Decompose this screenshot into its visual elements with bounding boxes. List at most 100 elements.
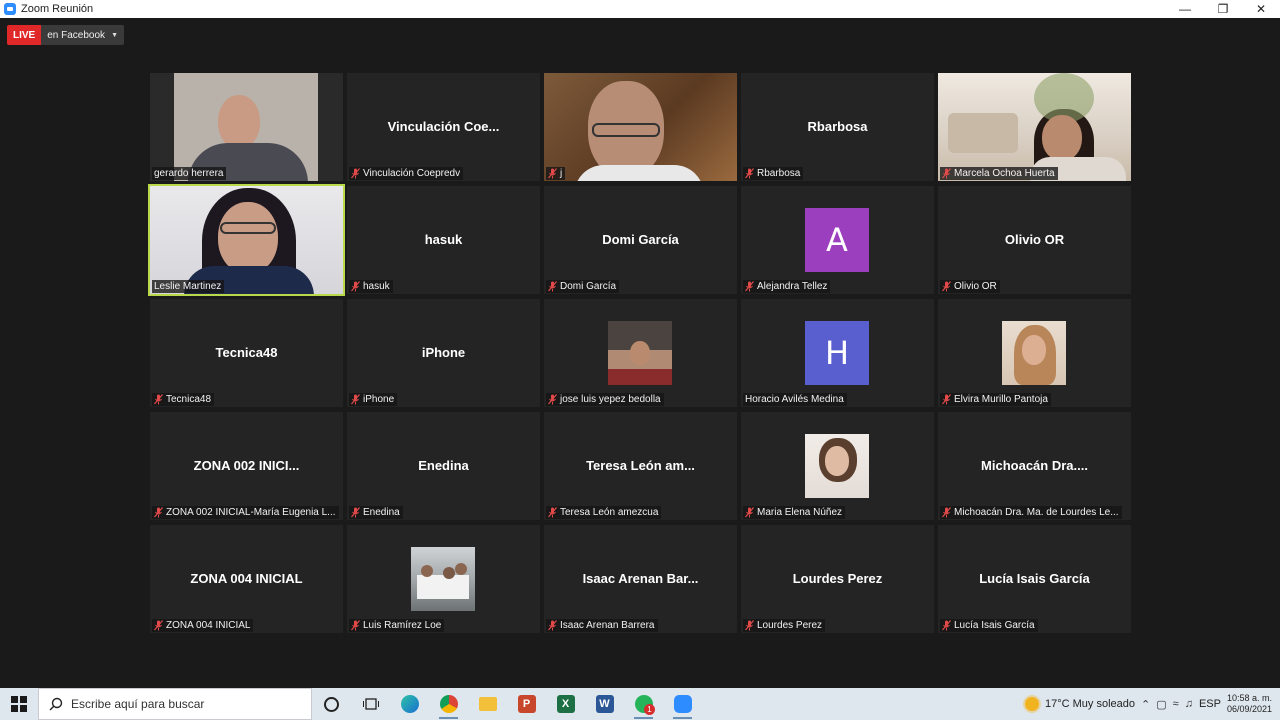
participant-tile[interactable]: Lourdes Perez Lourdes Perez — [741, 525, 934, 633]
notification-badge: 1 — [644, 704, 655, 715]
participant-name: j — [560, 168, 563, 179]
window-controls: — ❐ ✕ — [1166, 0, 1280, 18]
live-platform-dropdown[interactable]: en Facebook ▼ — [41, 25, 124, 45]
participant-display-name: Enedina — [418, 458, 469, 473]
participant-tile[interactable]: iPhone iPhone — [347, 299, 540, 407]
muted-mic-icon — [154, 507, 163, 518]
participant-video — [150, 186, 343, 294]
folder-icon — [478, 697, 497, 711]
chevron-up-icon[interactable]: ⌃ — [1141, 698, 1150, 711]
muted-mic-icon — [942, 620, 951, 631]
participant-name: Elvira Murillo Pantoja — [954, 394, 1048, 405]
muted-mic-icon — [745, 620, 754, 631]
participant-tile[interactable]: Michoacán Dra.... Michoacán Dra. Ma. de L… — [938, 412, 1131, 520]
participant-name-label: iPhone — [349, 393, 398, 406]
participant-name: ZONA 004 INICIAL — [166, 620, 251, 631]
zoom-taskbar-icon[interactable] — [663, 688, 702, 720]
muted-mic-icon — [154, 620, 163, 631]
participant-tile[interactable]: hasuk hasuk — [347, 186, 540, 294]
participant-tile[interactable]: Maria Elena Núñez — [741, 412, 934, 520]
participant-name: Luis Ramírez Loe — [363, 620, 442, 631]
file-explorer-taskbar-icon[interactable] — [468, 688, 507, 720]
muted-mic-icon — [548, 394, 557, 405]
muted-mic-icon — [351, 281, 360, 292]
participant-name-label: Marcela Ochoa Huerta — [940, 167, 1058, 180]
participant-tile[interactable]: j — [544, 73, 737, 181]
excel-taskbar-icon[interactable]: X — [546, 688, 585, 720]
participant-tile[interactable]: ZONA 002 INICI... ZONA 002 INICIAL-María … — [150, 412, 343, 520]
participant-tile[interactable]: Lucía Isais García Lucía Isais García — [938, 525, 1131, 633]
edge-taskbar-icon[interactable] — [390, 688, 429, 720]
participant-name-label: Elvira Murillo Pantoja — [940, 393, 1051, 406]
clock[interactable]: 10:58 a. m. 06/09/2021 — [1227, 693, 1272, 715]
participant-tile[interactable]: gerardo herrera — [150, 73, 343, 181]
participant-display-name: Teresa León am... — [586, 458, 695, 473]
chrome-taskbar-icon[interactable] — [429, 688, 468, 720]
participant-name-label: gerardo herrera — [152, 167, 227, 180]
muted-mic-icon — [548, 168, 557, 179]
taskbar-search-box[interactable]: Escribe aquí para buscar — [38, 688, 312, 720]
participant-name-label: Lucía Isais García — [940, 619, 1038, 632]
maximize-button[interactable]: ❐ — [1204, 0, 1242, 18]
participant-name: Domi García — [560, 281, 617, 292]
participant-tile[interactable]: ZONA 004 INICIAL ZONA 004 INICIAL — [150, 525, 343, 633]
task-view-button[interactable] — [351, 688, 390, 720]
participant-tile[interactable]: Elvira Murillo Pantoja — [938, 299, 1131, 407]
participant-name-label: j — [546, 167, 566, 180]
participant-tile[interactable]: Luis Ramírez Loe — [347, 525, 540, 633]
participant-name: Rbarbosa — [757, 168, 801, 179]
participant-tile[interactable]: Tecnica48 Tecnica48 — [150, 299, 343, 407]
participant-name: Marcela Ochoa Huerta — [954, 168, 1055, 179]
participant-tile[interactable]: Leslie Martinez — [148, 184, 345, 296]
participant-tile[interactable]: Olivio OR Olivio OR — [938, 186, 1131, 294]
whatsapp-taskbar-icon[interactable]: 1 — [624, 688, 663, 720]
participant-tile[interactable]: Vinculación Coe... Vinculación Coepredv — [347, 73, 540, 181]
cortana-button[interactable] — [312, 688, 351, 720]
participant-name-label: hasuk — [349, 280, 393, 293]
participant-tile[interactable]: Teresa León am... Teresa León amezcua — [544, 412, 737, 520]
participant-name-label: Michoacán Dra. Ma. de Lourdes Le... — [940, 506, 1122, 519]
speaker-icon[interactable]: ♫ — [1185, 698, 1193, 710]
participant-tile[interactable]: H Horacio Avilés Medina — [741, 299, 934, 407]
participant-name: Lourdes Perez — [757, 620, 823, 631]
wifi-icon[interactable]: ≈ — [1173, 698, 1179, 710]
search-placeholder: Escribe aquí para buscar — [71, 697, 205, 711]
participant-video — [544, 73, 737, 181]
profile-photo — [411, 547, 475, 611]
participant-tile[interactable]: Isaac Arenan Bar... Isaac Arenan Barrera — [544, 525, 737, 633]
participant-name: Maria Elena Núñez — [757, 507, 843, 518]
participant-tile[interactable]: Rbarbosa Rbarbosa — [741, 73, 934, 181]
powerpoint-taskbar-icon[interactable]: P — [507, 688, 546, 720]
system-tray: 17°C Muy soleado ⌃ ▢ ≈ ♫ ESP 10:58 a. m.… — [1025, 688, 1280, 720]
start-button[interactable] — [0, 688, 38, 720]
profile-photo — [805, 434, 869, 498]
participant-display-name: ZONA 004 INICIAL — [190, 571, 303, 586]
participant-tile[interactable]: Enedina Enedina — [347, 412, 540, 520]
participant-tile[interactable]: Marcela Ochoa Huerta — [938, 73, 1131, 181]
muted-mic-icon — [154, 394, 163, 405]
muted-mic-icon — [942, 507, 951, 518]
participant-video — [938, 73, 1131, 181]
profile-photo — [608, 321, 672, 385]
participant-name: Olivio OR — [954, 281, 997, 292]
close-button[interactable]: ✕ — [1242, 0, 1280, 18]
muted-mic-icon — [942, 394, 951, 405]
participant-name: Michoacán Dra. Ma. de Lourdes Le... — [954, 507, 1119, 518]
participant-tile[interactable]: jose luis yepez bedolla — [544, 299, 737, 407]
participant-tile[interactable]: Domi García Domi García — [544, 186, 737, 294]
muted-mic-icon — [942, 281, 951, 292]
battery-icon[interactable]: ▢ — [1156, 698, 1166, 711]
minimize-button[interactable]: — — [1166, 0, 1204, 18]
participant-name-label: Alejandra Tellez — [743, 280, 831, 293]
word-taskbar-icon[interactable]: W — [585, 688, 624, 720]
participant-name-label: Rbarbosa — [743, 167, 804, 180]
word-icon: W — [595, 695, 614, 713]
muted-mic-icon — [942, 168, 951, 179]
muted-mic-icon — [548, 620, 557, 631]
participant-tile[interactable]: A Alejandra Tellez — [741, 186, 934, 294]
chrome-icon — [439, 695, 458, 713]
weather-text[interactable]: 17°C Muy soleado — [1045, 698, 1135, 710]
live-stream-indicator[interactable]: LIVE en Facebook ▼ — [7, 25, 124, 45]
language-indicator[interactable]: ESP — [1199, 698, 1221, 710]
avatar-initial: A — [805, 208, 869, 272]
